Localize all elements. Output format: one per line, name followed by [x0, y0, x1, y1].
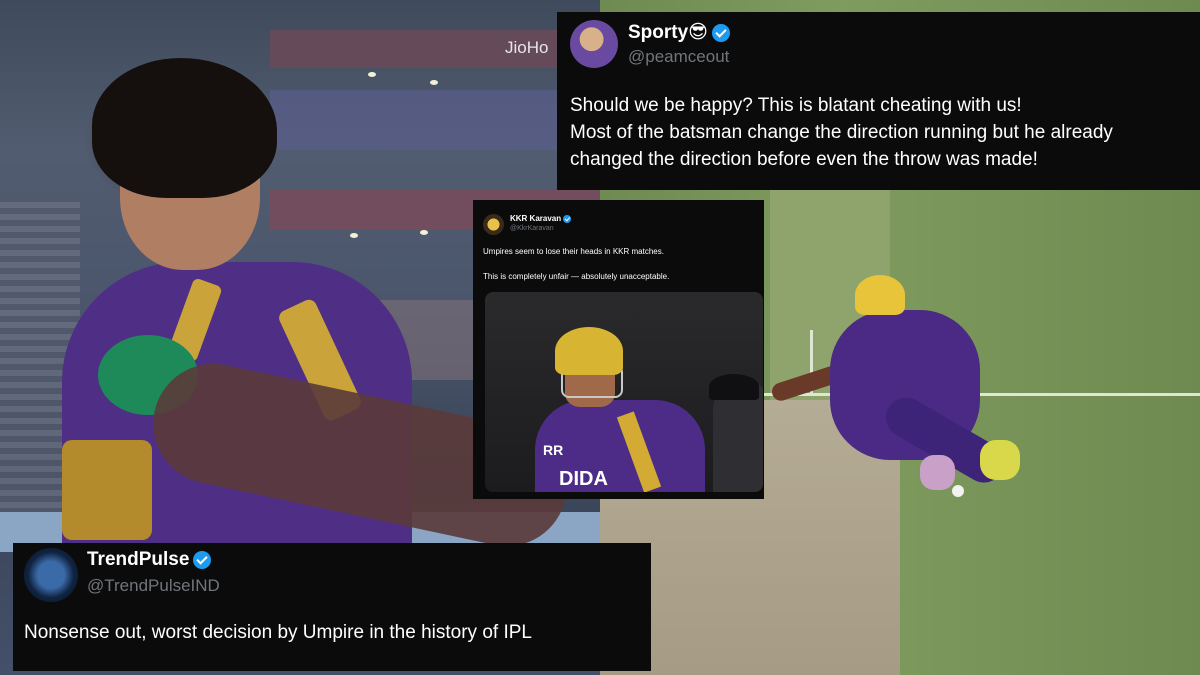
stadium-stand: [270, 90, 600, 150]
tweet-handle[interactable]: @peamceout: [628, 47, 729, 67]
broadcast-watermark: JioHo: [505, 38, 549, 57]
tweet-text: Nonsense out, worst decision by Umpire i…: [24, 622, 532, 643]
verified-badge-icon: [563, 214, 572, 223]
tweet-card: TrendPulse @TrendPulseIND Nonsense out, …: [13, 543, 651, 671]
author-name-text: KKR Karavan: [510, 214, 562, 223]
avatar[interactable]: [570, 20, 618, 68]
player-hair: [92, 58, 277, 198]
stadium-light: [420, 230, 428, 235]
tweet-text: Should we be happy? This is blatant chea…: [570, 92, 1195, 173]
author-name-text: TrendPulse: [87, 549, 190, 570]
umpire-cap: [709, 374, 759, 400]
tweet-line: Umpires seem to lose their heads in KKR …: [483, 247, 664, 256]
tweet-handle[interactable]: @TrendPulseIND: [87, 576, 220, 596]
tweet-handle[interactable]: @KkrKaravan: [510, 225, 554, 232]
stadium-light: [430, 80, 438, 85]
batter-shoe: [980, 440, 1020, 480]
jersey-sponsor: RR: [543, 442, 564, 458]
tweet-card: KKR Karavan @KkrKaravan Umpires seem to …: [473, 200, 764, 499]
stadium-light: [368, 72, 376, 77]
verified-badge-icon: [193, 550, 212, 569]
tweet-line: Should we be happy? This is blatant chea…: [570, 95, 1022, 116]
tweet-line: Most of the batsman change the direction…: [570, 122, 1113, 143]
tweet-line: changed the direction before even the th…: [570, 149, 1038, 170]
batter-helmet: [855, 275, 905, 315]
batter-shoe: [920, 455, 955, 490]
jersey-panel: [62, 440, 152, 540]
player-helmet: [555, 327, 623, 375]
stadium-light: [350, 233, 358, 238]
tweet-line: This is completely unfair — absolutely u…: [483, 272, 670, 281]
stadium-stand: [270, 30, 600, 68]
verified-badge-icon: [711, 23, 730, 42]
avatar[interactable]: [24, 548, 78, 602]
tweet-author-name: KKR Karavan: [510, 214, 572, 223]
tweet-media[interactable]: RR DIDA: [485, 292, 763, 492]
cricket-ball: [952, 485, 964, 497]
tweet-author-name: Sporty😎: [628, 21, 730, 44]
avatar[interactable]: [483, 214, 504, 235]
tweet-card: Sporty😎 @peamceout Should we be happy? T…: [557, 12, 1200, 190]
jersey-sponsor: DIDA: [559, 468, 608, 490]
tweet-author-name: TrendPulse: [87, 549, 212, 571]
author-name-text: Sporty😎: [628, 22, 708, 43]
